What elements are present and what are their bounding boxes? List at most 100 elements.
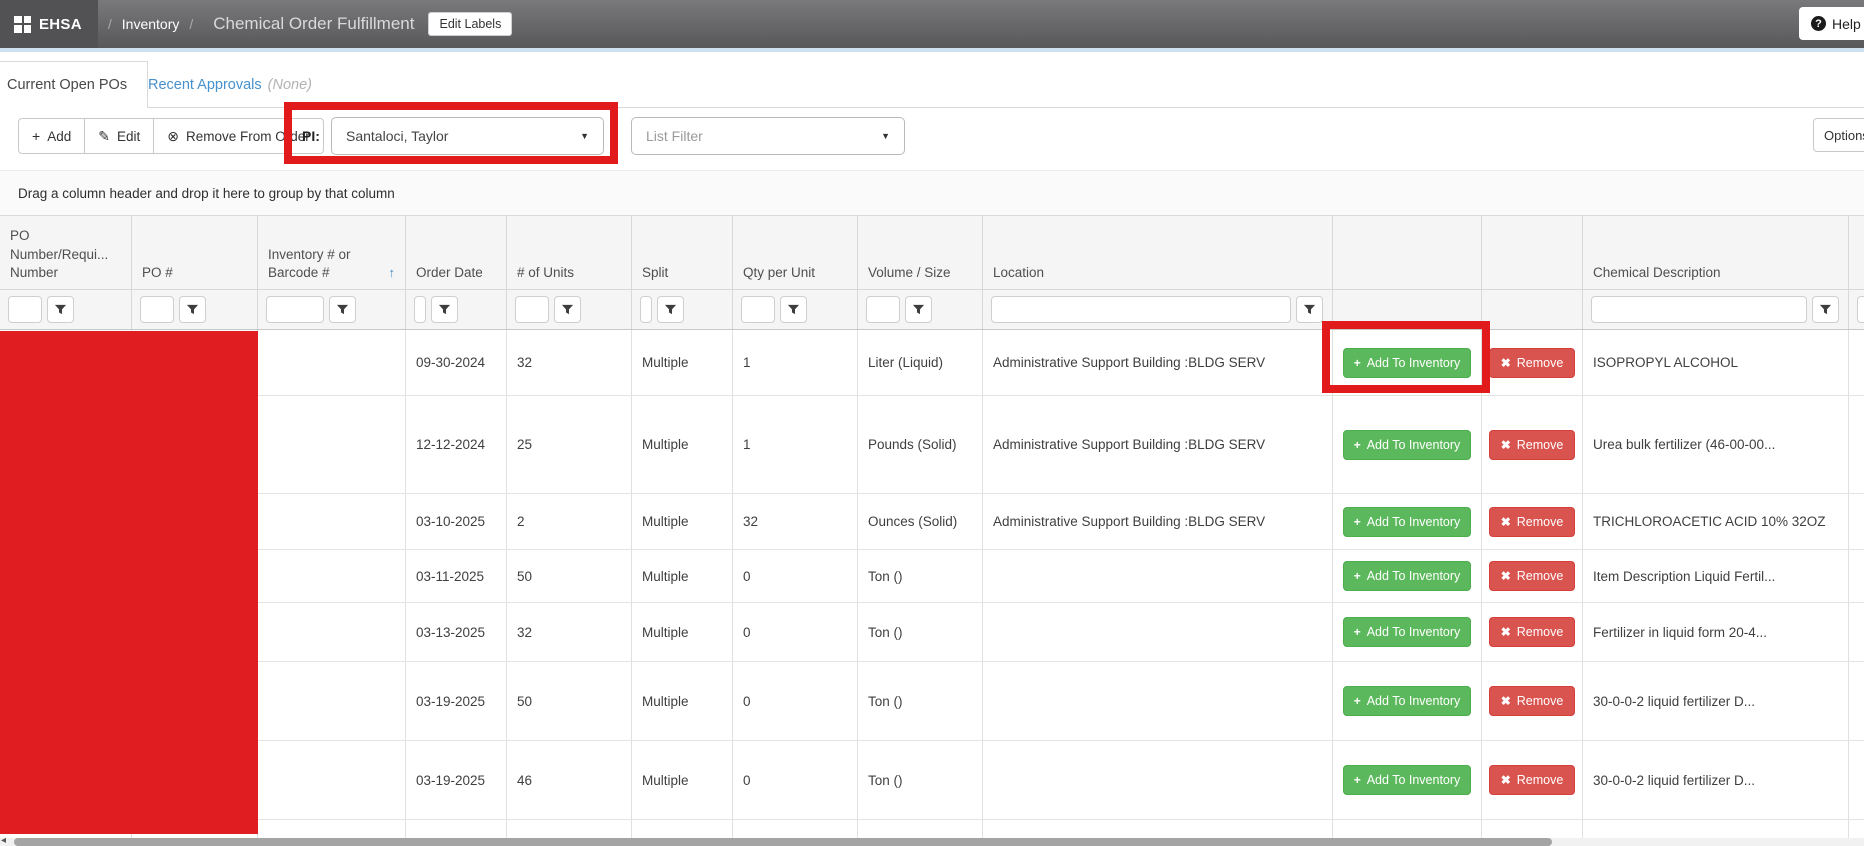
table-row[interactable]: 03-10-20252Multiple32Ounces (Solid)Admin…: [0, 494, 1864, 550]
cell-pad: [1848, 662, 1864, 740]
cell-chemical: ISOPROPYL ALCOHOL: [1582, 330, 1848, 395]
column-header-qty-per-unit[interactable]: Qty per Unit: [732, 216, 857, 289]
add-to-inventory-button[interactable]: +Add To Inventory: [1343, 686, 1472, 716]
filter-cell: [257, 290, 405, 329]
remove-button[interactable]: ✖Remove: [1489, 765, 1576, 795]
filter-cell: [131, 290, 257, 329]
filter-funnel-button[interactable]: [329, 296, 356, 323]
remove-button[interactable]: ✖Remove: [1489, 686, 1576, 716]
table-row[interactable]: 03-11-202550Multiple0Ton ()+Add To Inven…: [0, 550, 1864, 603]
filter-funnel-button[interactable]: [47, 296, 74, 323]
app-logo[interactable]: EHSA: [0, 0, 98, 48]
filter-funnel-button[interactable]: [657, 296, 684, 323]
edit-button[interactable]: ✎ Edit: [84, 118, 154, 154]
remove-button[interactable]: ✖Remove: [1489, 348, 1576, 378]
column-header-po[interactable]: PO #: [131, 216, 257, 289]
table-row[interactable]: 03-19-202550Multiple0Ton ()+Add To Inven…: [0, 662, 1864, 741]
column-header-volume-size[interactable]: Volume / Size: [857, 216, 982, 289]
add-to-inventory-button[interactable]: +Add To Inventory: [1343, 507, 1472, 537]
add-to-inventory-button[interactable]: +Add To Inventory: [1343, 617, 1472, 647]
help-icon: ?: [1811, 16, 1826, 31]
filter-input[interactable]: [140, 296, 174, 323]
group-by-drop-zone[interactable]: Drag a column header and drop it here to…: [0, 170, 1864, 215]
filter-funnel-button[interactable]: [1812, 296, 1839, 323]
cell-po_requisition: [0, 662, 131, 740]
group-hint-text: Drag a column header and drop it here to…: [18, 186, 395, 201]
remove-cell: ✖Remove: [1481, 330, 1582, 395]
filter-input[interactable]: [1591, 296, 1807, 323]
cell-order_date: 03-19-2025: [405, 741, 506, 819]
breadcrumb-separator: /: [189, 16, 193, 32]
cell-po_requisition: [0, 603, 131, 661]
options-button[interactable]: Options ▼: [1813, 118, 1864, 152]
add-to-inventory-button[interactable]: +Add To Inventory: [1343, 348, 1472, 378]
remove-from-order-button[interactable]: ⊗ Remove From Order: [153, 118, 324, 154]
filter-funnel-button[interactable]: [1296, 296, 1323, 323]
cell-po_number: [131, 603, 257, 661]
filter-cell: [982, 290, 1332, 329]
table-row[interactable]: 12-12-202425Multiple1Pounds (Solid)Admin…: [0, 396, 1864, 494]
filter-input[interactable]: [991, 296, 1291, 323]
tab-current-open-pos[interactable]: Current Open POs: [0, 61, 148, 109]
filter-cell: [1848, 290, 1864, 329]
filter-funnel-button[interactable]: [554, 296, 581, 323]
filter-input[interactable]: [266, 296, 324, 323]
column-header-chemical-description[interactable]: Chemical Description: [1582, 216, 1848, 289]
pi-select[interactable]: Santaloci, Taylor ▼: [331, 117, 604, 155]
table-row[interactable]: 09-30-202432Multiple1Liter (Liquid)Admin…: [0, 330, 1864, 396]
add-to-inventory-button[interactable]: +Add To Inventory: [1343, 765, 1472, 795]
filter-cell: [0, 290, 131, 329]
column-header-of-units[interactable]: # of Units: [506, 216, 631, 289]
filter-input[interactable]: [515, 296, 549, 323]
column-header-order-date[interactable]: Order Date: [405, 216, 506, 289]
table-row[interactable]: 03-19-202546Multiple0Ton ()+Add To Inven…: [0, 741, 1864, 820]
filter-funnel-button[interactable]: [179, 296, 206, 323]
column-header-split[interactable]: Split: [631, 216, 732, 289]
funnel-icon: [54, 303, 67, 316]
remove-button[interactable]: ✖Remove: [1489, 617, 1576, 647]
horizontal-scrollbar[interactable]: ◂: [0, 838, 1864, 846]
x-icon: ✖: [1501, 694, 1511, 708]
cell-po_number: [131, 550, 257, 602]
filter-input[interactable]: [414, 296, 426, 323]
cell-qty_per_unit: 0: [732, 603, 857, 661]
scrollbar-thumb[interactable]: [14, 838, 1552, 846]
add-button[interactable]: + Add: [18, 118, 85, 154]
column-header-inventory-or-barcode[interactable]: Inventory # or Barcode #↑: [257, 216, 405, 289]
filter-input[interactable]: [8, 296, 42, 323]
filter-input[interactable]: [640, 296, 652, 323]
breadcrumb-inventory[interactable]: Inventory: [122, 16, 180, 32]
cell-inventory_barcode: [257, 330, 405, 395]
add-to-inventory-button[interactable]: +Add To Inventory: [1343, 430, 1472, 460]
cell-location: [982, 662, 1332, 740]
filter-funnel-button[interactable]: [780, 296, 807, 323]
filter-funnel-button[interactable]: [905, 296, 932, 323]
scrollbar-left-arrow-icon[interactable]: ◂: [1, 836, 6, 846]
filter-cell: [631, 290, 732, 329]
column-header-po-number-requi-number[interactable]: PO Number/Requi... Number: [0, 216, 131, 289]
help-button[interactable]: ? Help -: [1799, 7, 1864, 40]
cell-po_requisition: [0, 494, 131, 549]
caret-down-icon: ▼: [881, 131, 890, 141]
cell-chemical: 30-0-0-2 liquid fertilizer D...: [1582, 662, 1848, 740]
cell-pad: [1848, 330, 1864, 395]
column-header-location[interactable]: Location: [982, 216, 1332, 289]
filter-input[interactable]: [866, 296, 900, 323]
table-row[interactable]: 03-13-202532Multiple0Ton ()+Add To Inven…: [0, 603, 1864, 662]
edit-labels-button[interactable]: Edit Labels: [428, 12, 512, 36]
plus-icon: +: [1354, 356, 1361, 370]
filter-input[interactable]: [741, 296, 775, 323]
remove-button[interactable]: ✖Remove: [1489, 561, 1576, 591]
cell-units: 50: [506, 550, 631, 602]
remove-button[interactable]: ✖Remove: [1489, 430, 1576, 460]
add-to-inventory-button[interactable]: +Add To Inventory: [1343, 561, 1472, 591]
remove-button[interactable]: ✖Remove: [1489, 507, 1576, 537]
filter-funnel-button[interactable]: [431, 296, 458, 323]
tab-recent-approvals[interactable]: Recent Approvals (None): [148, 61, 312, 108]
add-to-inventory-cell: +Add To Inventory: [1332, 494, 1481, 549]
cell-qty_per_unit: 0: [732, 741, 857, 819]
filter-funnel-button[interactable]: [1857, 296, 1864, 323]
app-name: EHSA: [39, 16, 82, 33]
list-filter-placeholder: List Filter: [646, 128, 703, 144]
list-filter-select[interactable]: List Filter ▼: [631, 117, 905, 155]
